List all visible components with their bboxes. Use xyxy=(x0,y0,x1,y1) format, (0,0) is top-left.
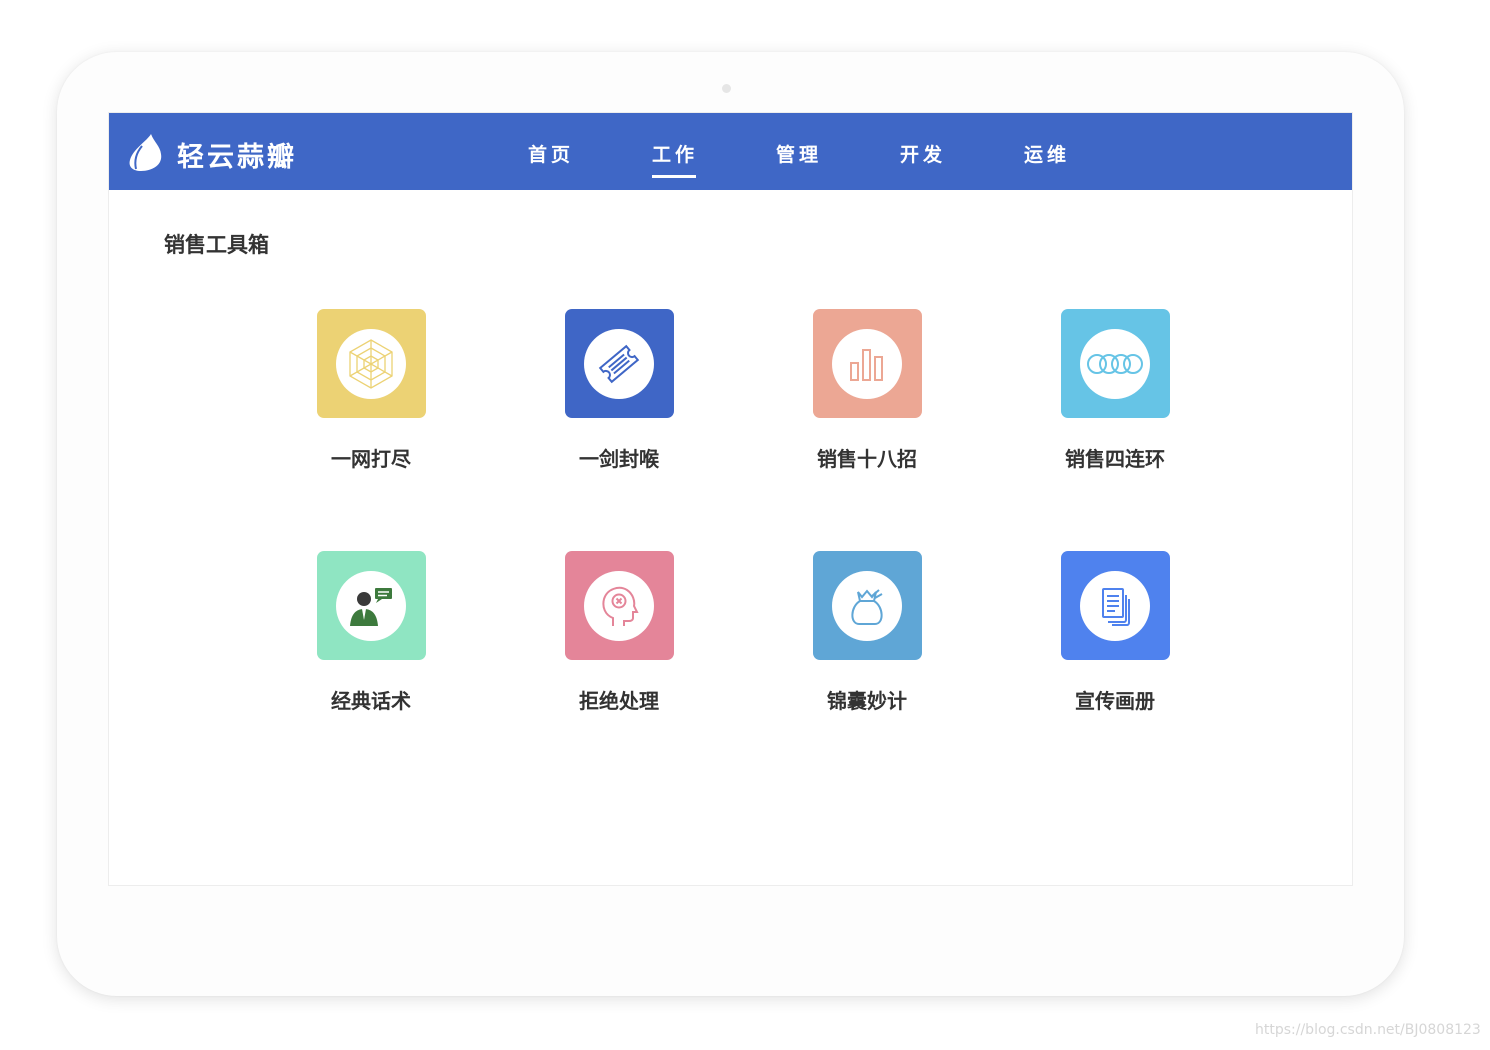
tool-label: 销售四连环 xyxy=(1065,447,1165,471)
tool-label: 一剑封喉 xyxy=(579,447,659,471)
icon-disc xyxy=(336,328,406,399)
icon-disc xyxy=(1080,570,1150,641)
section-title: 销售工具箱 xyxy=(164,233,269,257)
nav-item-develop[interactable]: 开发 xyxy=(883,140,963,167)
tablet-frame: 轻云蒜瓣 首页 工作 管理 开发 运维 销售工具箱 一网打尽 一剑封喉 销售十八… xyxy=(57,52,1404,996)
tool-tile xyxy=(316,551,426,660)
tool-label: 锦囊妙计 xyxy=(827,689,907,713)
tool-four-links[interactable]: 销售四连环 xyxy=(1035,309,1195,472)
top-navigation-bar: 轻云蒜瓣 首页 工作 管理 开发 运维 xyxy=(109,113,1352,190)
icon-disc xyxy=(1080,328,1150,399)
spider-web-icon xyxy=(349,338,393,389)
tool-tile xyxy=(564,551,674,660)
icon-disc xyxy=(584,570,654,641)
bar-chart-icon xyxy=(850,348,883,381)
tool-label: 一网打尽 xyxy=(331,447,411,471)
pouch-icon xyxy=(851,588,883,625)
icon-disc xyxy=(832,570,902,641)
tool-tile xyxy=(1060,309,1170,418)
tool-brochure[interactable]: 宣传画册 xyxy=(1035,551,1195,714)
tool-eighteen-moves[interactable]: 销售十八招 xyxy=(787,309,947,472)
icon-disc xyxy=(584,328,654,399)
tool-label: 销售十八招 xyxy=(817,447,917,471)
tool-tile xyxy=(1060,551,1170,660)
speaker-person-icon xyxy=(350,587,392,626)
app-screen: 轻云蒜瓣 首页 工作 管理 开发 运维 销售工具箱 一网打尽 一剑封喉 销售十八… xyxy=(108,112,1353,886)
icon-disc xyxy=(336,570,406,641)
nav-item-manage[interactable]: 管理 xyxy=(759,140,839,167)
tool-catch-all[interactable]: 一网打尽 xyxy=(291,309,451,472)
tool-label: 宣传画册 xyxy=(1075,689,1155,713)
head-reject-icon xyxy=(602,586,639,626)
ticket-icon xyxy=(598,344,640,383)
documents-icon xyxy=(1102,587,1130,626)
watermark: https://blog.csdn.net/BJ0808123 xyxy=(1255,1022,1481,1038)
brand-name: 轻云蒜瓣 xyxy=(177,142,297,173)
tool-classic-scripts[interactable]: 经典话术 xyxy=(291,551,451,714)
nav-item-ops[interactable]: 运维 xyxy=(1007,140,1087,167)
tool-objection-handling[interactable]: 拒绝处理 xyxy=(539,551,699,714)
rings-icon xyxy=(1087,353,1143,374)
tool-one-strike[interactable]: 一剑封喉 xyxy=(539,309,699,472)
tool-label: 经典话术 xyxy=(331,689,411,713)
tool-clever-tips[interactable]: 锦囊妙计 xyxy=(787,551,947,714)
camera-dot xyxy=(722,84,731,93)
tool-label: 拒绝处理 xyxy=(579,689,659,713)
icon-disc xyxy=(832,328,902,399)
nav-item-home[interactable]: 首页 xyxy=(511,140,591,167)
tool-tile xyxy=(564,309,674,418)
nav-item-work[interactable]: 工作 xyxy=(635,140,715,178)
tool-tile xyxy=(316,309,426,418)
tool-tile xyxy=(812,551,922,660)
garlic-logo-icon xyxy=(129,134,162,171)
tool-tile xyxy=(812,309,922,418)
